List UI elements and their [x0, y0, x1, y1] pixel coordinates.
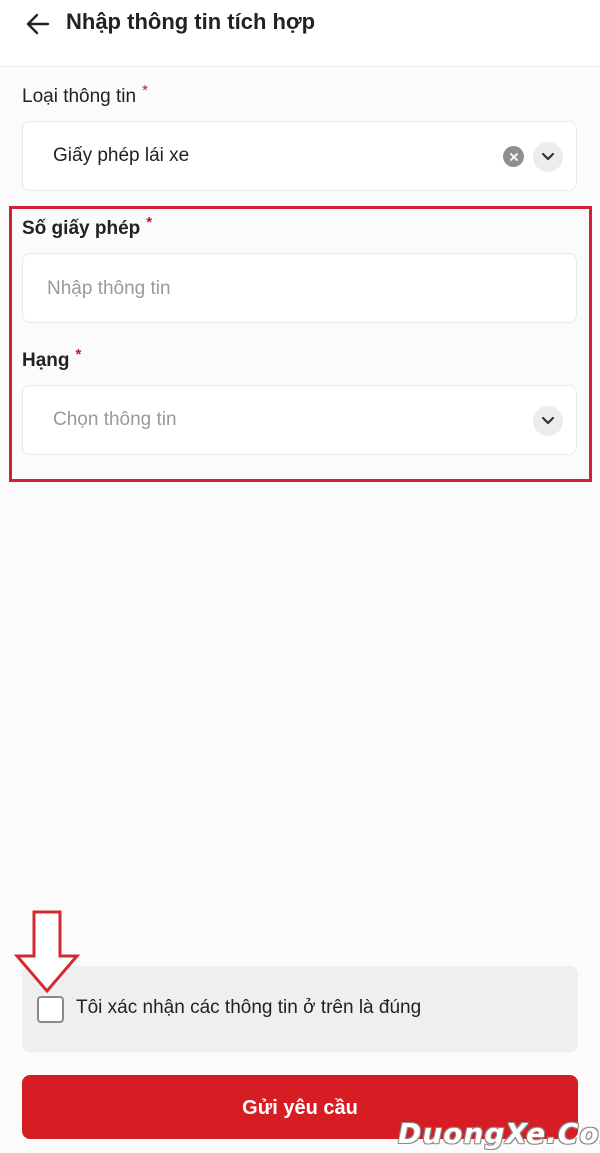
confirm-text: Tôi xác nhận các thông tin ở trên là đún… — [76, 997, 422, 1018]
required-marker: * — [146, 214, 153, 231]
confirm-section: Tôi xác nhận các thông tin ở trên là đún… — [22, 966, 578, 1052]
license-class-placeholder: Chọn thông tin — [53, 409, 177, 430]
arrow-down-icon — [14, 910, 80, 994]
info-type-label-text: Loại thông tin — [22, 86, 137, 107]
license-number-label: Số giấy phép * — [22, 214, 152, 240]
clear-icon[interactable] — [503, 146, 524, 167]
page-title: Nhập thông tin tích hợp — [66, 9, 316, 34]
required-marker: * — [142, 82, 148, 99]
license-number-input[interactable] — [45, 254, 559, 324]
watermark: DuongXe.Com — [398, 1117, 600, 1150]
info-type-label: Loại thông tin * — [22, 82, 148, 108]
license-class-select[interactable]: Chọn thông tin — [22, 385, 577, 455]
license-class-label: Hạng * — [22, 346, 81, 372]
info-type-value: Giấy phép lái xe — [53, 145, 190, 166]
chevron-down-icon[interactable] — [533, 142, 563, 172]
license-class-label-text: Hạng — [22, 350, 70, 371]
chevron-down-icon[interactable] — [533, 406, 563, 436]
app-header: Nhập thông tin tích hợp — [0, 0, 600, 67]
arrow-left-icon[interactable] — [24, 10, 52, 38]
info-type-select[interactable]: Giấy phép lái xe — [22, 121, 577, 191]
license-number-field[interactable] — [22, 253, 577, 324]
license-number-label-text: Số giấy phép — [22, 218, 141, 239]
required-marker: * — [75, 346, 82, 363]
confirm-checkbox[interactable] — [37, 996, 64, 1023]
